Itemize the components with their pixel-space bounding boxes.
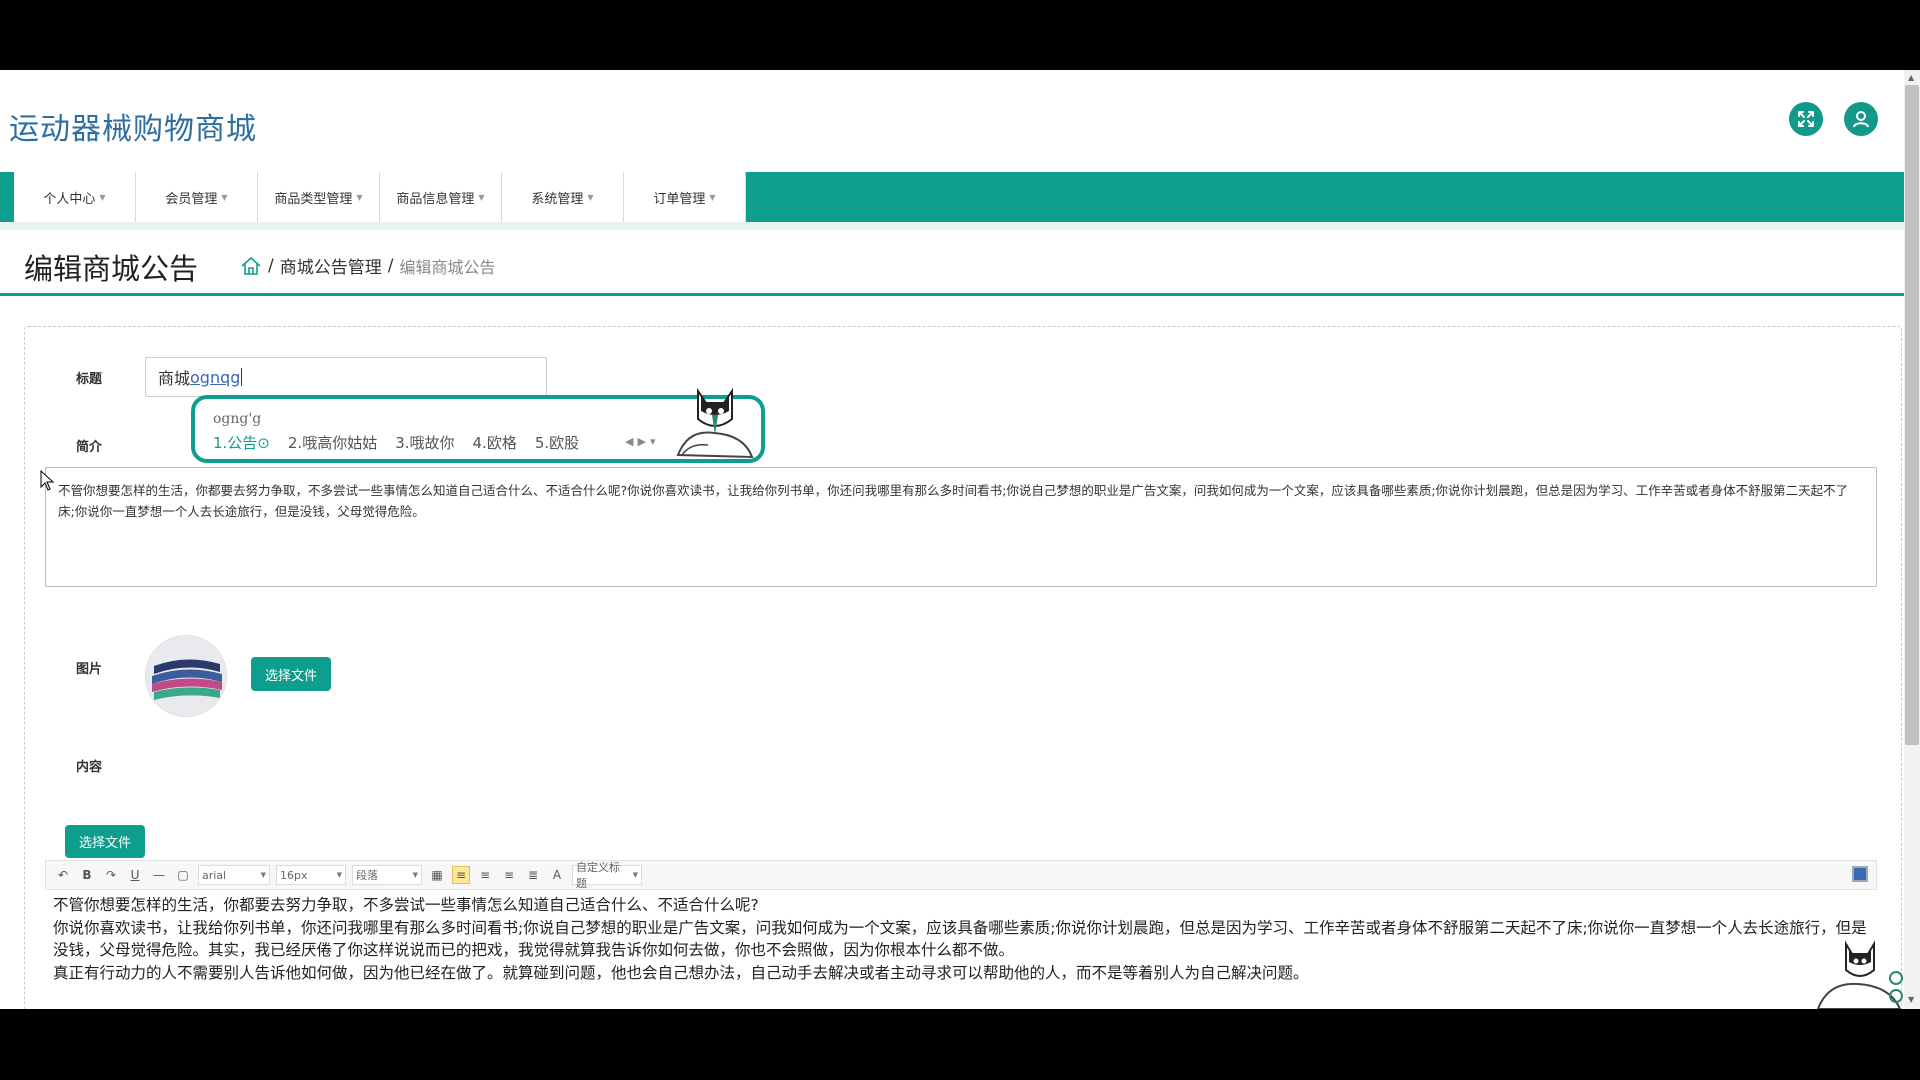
content-label: 内容 — [76, 760, 103, 775]
editor-paragraph: 真正有行动力的人不需要别人告诉他如何做，因为他已经在做了。就算碰到问题，他也会自… — [53, 964, 1309, 982]
summary-textarea[interactable]: 不管你想要怎样的生活，你都要去努力争取，不多尝试一些事情怎么知道自己适合什么、不… — [45, 467, 1877, 587]
nav-item-product-type-management[interactable]: 商品类型管理 ▼ — [258, 172, 380, 222]
ime-mascot-icon — [676, 387, 754, 459]
caret-down-icon: ▼ — [221, 192, 228, 202]
caret-down-icon: ▼ — [478, 192, 485, 202]
align-center-icon[interactable]: ≡ — [500, 866, 518, 884]
main-nav: 个人中心 ▼ 会员管理 ▼ 商品类型管理 ▼ 商品信息管理 ▼ 系统管理 ▼ 订单管理 ▼ — [0, 172, 1904, 222]
caret-down-icon: ▼ — [356, 192, 363, 202]
letterbox-top — [0, 0, 1920, 70]
caret-down-icon: ▼ — [587, 192, 594, 202]
summary-label: 简介 — [76, 440, 103, 455]
paste-icon[interactable]: ▢ — [174, 866, 192, 884]
title-input[interactable]: 商城 ognqg — [145, 357, 547, 397]
letterbox-bottom — [0, 1009, 1920, 1080]
horizontal-rule-icon[interactable]: — — [150, 866, 168, 884]
breadcrumb: / 商城公告管理 / 编辑商城公告 — [240, 253, 495, 278]
nav-item-personal-center[interactable]: 个人中心 ▼ — [14, 172, 136, 222]
nav-item-order-management[interactable]: 订单管理 ▼ — [624, 172, 746, 222]
redo-icon[interactable]: ↷ — [102, 866, 120, 884]
nav-label: 会员管理 — [165, 191, 218, 207]
ime-candidate[interactable]: 1.公告⊙ — [213, 432, 270, 453]
align-left-icon[interactable]: ≡ — [452, 866, 470, 884]
user-icon[interactable] — [1844, 102, 1878, 136]
content-choose-file-button[interactable]: 选择文件 — [65, 825, 145, 858]
mouse-pointer-icon — [40, 470, 55, 491]
undo-icon[interactable]: ↶ — [54, 866, 72, 884]
editor-toolbar: ↶ B ↷ U — ▢ arial ▼ 16px ▼ 段落 ▼ ▦ ≡ ≡ ≡ ≣ A… — [45, 860, 1877, 890]
custom-heading-select[interactable]: 自定义标题 ▼ — [572, 861, 642, 890]
font-family-value: arial — [202, 868, 227, 882]
editor-paragraph: 不管你想要怎样的生活，你都要去努力争取，不多尝试一些事情怎么知道自己适合什么、不… — [53, 896, 759, 914]
ime-candidate[interactable]: 5.欧股 — [535, 432, 579, 453]
dropdown-icon: ▼ — [412, 871, 418, 879]
font-family-select[interactable]: arial ▼ — [198, 865, 270, 885]
custom-heading-value: 自定义标题 — [576, 861, 620, 890]
page-title: 编辑商城公告 — [24, 252, 199, 286]
title-label: 标题 — [76, 372, 103, 387]
scroll-up-icon[interactable]: ▲ — [1908, 73, 1914, 82]
text-cursor — [241, 368, 243, 386]
bold-icon[interactable]: B — [78, 866, 96, 884]
breadcrumb-parent[interactable]: 商城公告管理 — [280, 253, 382, 278]
nav-label: 商品类型管理 — [274, 191, 353, 207]
ime-candidate[interactable]: 3.哦故你 — [395, 432, 454, 453]
fullscreen-editor-icon[interactable] — [1852, 866, 1868, 882]
fullscreen-icon[interactable] — [1789, 102, 1823, 136]
site-title: 运动器械购物商城 — [9, 112, 257, 147]
breadcrumb-separator: / — [268, 255, 274, 276]
ime-composition: ogng'g — [213, 411, 262, 427]
heading-underline — [0, 293, 1904, 296]
nav-label: 商品信息管理 — [396, 191, 475, 207]
caret-down-icon: ▼ — [709, 192, 716, 202]
ime-candidate[interactable]: 2.哦高你姑姑 — [288, 432, 377, 453]
dropdown-icon: ▼ — [632, 871, 638, 879]
scrollbar-thumb[interactable] — [1905, 85, 1919, 745]
next-page-icon[interactable]: ▶ — [637, 435, 645, 448]
font-size-value: 16px — [280, 868, 308, 882]
corner-mascot-icon — [1816, 940, 1903, 1009]
nav-item-product-info-management[interactable]: 商品信息管理 ▼ — [380, 172, 502, 222]
scroll-down-icon[interactable]: ▼ — [1908, 995, 1914, 1004]
content-editor[interactable]: 不管你想要怎样的生活，你都要去努力争取，不多尝试一些事情怎么知道自己适合什么、不… — [45, 890, 1877, 1009]
breadcrumb-current: 编辑商城公告 — [399, 257, 496, 277]
product-thumbnail — [145, 635, 227, 717]
nav-label: 订单管理 — [653, 191, 706, 207]
title-input-value: 商城 — [158, 369, 191, 388]
font-size-select[interactable]: 16px ▼ — [276, 865, 346, 885]
browser-viewport: 运动器械购物商城 个人中心 ▼ 会员管理 ▼ 商品类型管理 ▼ 商品信息管理 ▼ 系统管… — [0, 70, 1920, 1009]
image-label: 图片 — [76, 662, 103, 677]
nav-item-member-management[interactable]: 会员管理 ▼ — [136, 172, 258, 222]
nav-label: 系统管理 — [531, 191, 584, 207]
title-input-composing: ognqg — [190, 367, 241, 387]
prev-page-icon[interactable]: ◀ — [625, 435, 633, 448]
expand-icon[interactable]: ▾ — [650, 435, 656, 448]
caret-down-icon: ▼ — [99, 192, 106, 202]
underline-icon[interactable]: U — [126, 866, 144, 884]
nav-divider — [0, 222, 1904, 230]
ime-page-arrows[interactable]: ◀ ▶ ▾ — [625, 435, 655, 448]
table-icon[interactable]: ▦ — [428, 866, 446, 884]
nav-label: 个人中心 — [43, 191, 96, 207]
align-right-icon[interactable]: ≡ — [476, 866, 494, 884]
ime-candidate[interactable]: 4.欧格 — [473, 432, 517, 453]
paragraph-value: 段落 — [356, 869, 378, 882]
dropdown-icon: ▼ — [336, 871, 342, 879]
choose-image-button[interactable]: 选择文件 — [251, 657, 331, 691]
home-icon[interactable] — [240, 256, 262, 276]
font-color-icon[interactable]: A — [548, 866, 566, 884]
dropdown-icon: ▼ — [260, 871, 266, 879]
ime-candidates: 1.公告⊙ 2.哦高你姑姑 3.哦故你 4.欧格 5.欧股 — [213, 432, 579, 453]
paragraph-select[interactable]: 段落 ▼ — [352, 865, 422, 885]
editor-paragraph: 你说你喜欢读书，让我给你列书单，你还问我哪里有那么多时间看书;你说自己梦想的职业… — [53, 919, 1867, 959]
breadcrumb-separator: / — [387, 255, 394, 276]
nav-item-system-management[interactable]: 系统管理 ▼ — [502, 172, 624, 222]
align-justify-icon[interactable]: ≣ — [524, 866, 542, 884]
